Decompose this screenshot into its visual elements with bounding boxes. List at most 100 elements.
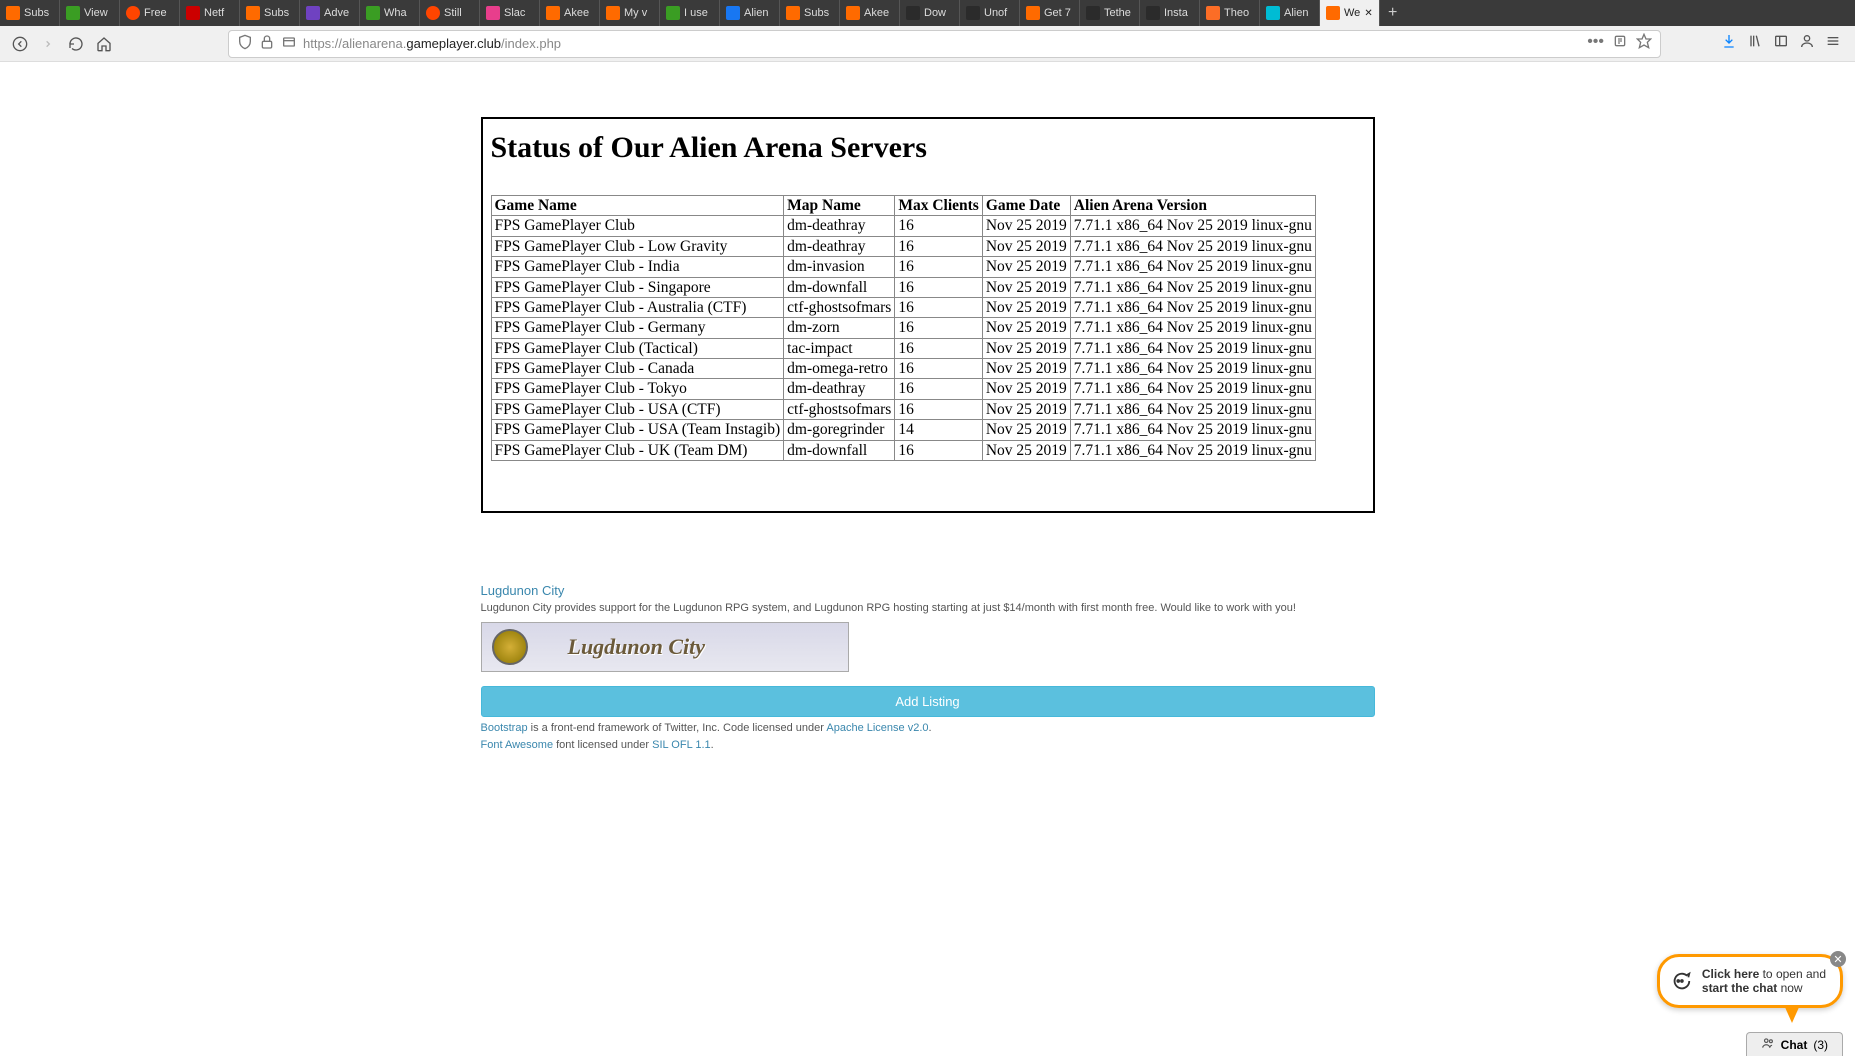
table-cell: dm-downfall (784, 440, 895, 460)
favicon-icon (486, 6, 500, 20)
favicon-icon (126, 6, 140, 20)
table-row: FPS GamePlayer Club - Tokyodm-deathray16… (491, 379, 1315, 399)
menu-icon[interactable] (1825, 33, 1841, 54)
new-tab-button[interactable]: + (1380, 4, 1405, 22)
add-listing-button[interactable]: Add Listing (481, 686, 1375, 717)
table-header-cell: Map Name (784, 196, 895, 216)
favicon-icon (186, 6, 200, 20)
table-row: FPS GamePlayer Club - Indiadm-invasion16… (491, 257, 1315, 277)
forward-button[interactable] (34, 30, 62, 58)
library-icon[interactable] (1747, 33, 1763, 54)
table-cell: 16 (895, 399, 983, 419)
table-cell: ctf-ghostsofmars (784, 399, 895, 419)
tab-label: Unof (984, 7, 1007, 19)
table-cell: FPS GamePlayer Club (Tactical) (491, 338, 784, 358)
browser-tab[interactable]: Tethe (1080, 0, 1140, 26)
tab-label: Free (144, 7, 167, 19)
browser-tab[interactable]: View (60, 0, 120, 26)
table-cell: 7.71.1 x86_64 Nov 25 2019 linux-gnu (1070, 257, 1315, 277)
browser-tab[interactable]: I use (660, 0, 720, 26)
table-cell: Nov 25 2019 (982, 236, 1070, 256)
lugdunon-banner[interactable]: Lugdunon City (481, 622, 849, 672)
favicon-icon (6, 6, 20, 20)
close-tab-icon[interactable]: ✕ (1364, 8, 1372, 19)
browser-tab[interactable]: Subs (0, 0, 60, 26)
sidebar-icon[interactable] (1773, 33, 1789, 54)
browser-tab[interactable]: Free (120, 0, 180, 26)
table-cell: FPS GamePlayer Club - Tokyo (491, 379, 784, 399)
table-cell: 14 (895, 420, 983, 440)
fontawesome-license: Font Awesome font licensed under SIL OFL… (481, 739, 1375, 751)
tab-label: Alien (744, 7, 768, 19)
browser-tab[interactable]: Alien (1260, 0, 1320, 26)
tab-label: I use (684, 7, 708, 19)
page-title: Status of Our Alien Arena Servers (487, 127, 1369, 195)
favicon-icon (1086, 6, 1100, 20)
fontawesome-link[interactable]: Font Awesome (481, 739, 554, 751)
downloads-icon[interactable] (1721, 33, 1737, 54)
url-bar[interactable]: https://alienarena.gameplayer.club/index… (228, 30, 1661, 58)
table-header-cell: Alien Arena Version (1070, 196, 1315, 216)
table-cell: Nov 25 2019 (982, 277, 1070, 297)
table-cell: 7.71.1 x86_64 Nov 25 2019 linux-gnu (1070, 420, 1315, 440)
browser-tab[interactable]: Subs (240, 0, 300, 26)
browser-tab[interactable]: Theo (1200, 0, 1260, 26)
table-cell: 7.71.1 x86_64 Nov 25 2019 linux-gnu (1070, 236, 1315, 256)
table-cell: Nov 25 2019 (982, 297, 1070, 317)
browser-tab[interactable]: Get 7 (1020, 0, 1080, 26)
browser-tab[interactable]: Akee (840, 0, 900, 26)
table-row: FPS GamePlayer Club (Tactical)tac-impact… (491, 338, 1315, 358)
shield-icon[interactable] (237, 34, 253, 53)
chat-popup[interactable]: ✕ Click here to open and start the chat … (1657, 954, 1843, 1008)
reload-button[interactable] (62, 30, 90, 58)
chat-tab[interactable]: Chat (3) (1746, 1032, 1843, 1056)
table-cell: dm-deathray (784, 379, 895, 399)
browser-tab[interactable]: Dow (900, 0, 960, 26)
sil-license-link[interactable]: SIL OFL 1.1 (652, 739, 711, 751)
table-cell: FPS GamePlayer Club - UK (Team DM) (491, 440, 784, 460)
bootstrap-link[interactable]: Bootstrap (481, 722, 528, 734)
apache-license-link[interactable]: Apache License v2.0 (826, 722, 928, 734)
browser-tab[interactable]: Wha (360, 0, 420, 26)
browser-tab[interactable]: Insta (1140, 0, 1200, 26)
browser-tab[interactable]: We✕ (1320, 0, 1380, 26)
favicon-icon (426, 6, 440, 20)
table-cell: 7.71.1 x86_64 Nov 25 2019 linux-gnu (1070, 440, 1315, 460)
page-actions-icon[interactable]: ••• (1587, 33, 1604, 54)
bookmark-star-icon[interactable] (1636, 33, 1652, 54)
table-cell: Nov 25 2019 (982, 379, 1070, 399)
account-icon[interactable] (1799, 33, 1815, 54)
table-cell: Nov 25 2019 (982, 216, 1070, 236)
browser-tab[interactable]: My v (600, 0, 660, 26)
browser-tab[interactable]: Alien (720, 0, 780, 26)
tab-label: Alien (1284, 7, 1308, 19)
lugdunon-description: Lugdunon City provides support for the L… (481, 602, 1375, 614)
footer-section: Lugdunon City Lugdunon City provides sup… (481, 583, 1375, 751)
chat-close-icon[interactable]: ✕ (1830, 951, 1846, 967)
table-cell: 7.71.1 x86_64 Nov 25 2019 linux-gnu (1070, 318, 1315, 338)
chat-popup-text: Click here to open and start the chat no… (1702, 967, 1826, 995)
back-button[interactable] (6, 30, 34, 58)
tab-label: My v (624, 7, 647, 19)
table-row: FPS GamePlayer Clubdm-deathray16Nov 25 2… (491, 216, 1315, 236)
browser-tab[interactable]: Adve (300, 0, 360, 26)
table-row: FPS GamePlayer Club - Singaporedm-downfa… (491, 277, 1315, 297)
browser-tab[interactable]: Subs (780, 0, 840, 26)
tab-label: Subs (24, 7, 49, 19)
table-row: FPS GamePlayer Club - Australia (CTF)ctf… (491, 297, 1315, 317)
home-button[interactable] (90, 30, 118, 58)
browser-tab[interactable]: Still (420, 0, 480, 26)
browser-tab[interactable]: Netf (180, 0, 240, 26)
permissions-icon[interactable] (281, 34, 297, 53)
browser-tab[interactable]: Unof (960, 0, 1020, 26)
reader-icon[interactable] (1612, 33, 1628, 54)
table-cell: 7.71.1 x86_64 Nov 25 2019 linux-gnu (1070, 359, 1315, 379)
table-cell: FPS GamePlayer Club - Australia (CTF) (491, 297, 784, 317)
favicon-icon (246, 6, 260, 20)
lock-icon[interactable] (259, 34, 275, 53)
table-cell: dm-goregrinder (784, 420, 895, 440)
browser-tab[interactable]: Slac (480, 0, 540, 26)
table-cell: 7.71.1 x86_64 Nov 25 2019 linux-gnu (1070, 216, 1315, 236)
lugdunon-link[interactable]: Lugdunon City (481, 583, 565, 598)
browser-tab[interactable]: Akee (540, 0, 600, 26)
